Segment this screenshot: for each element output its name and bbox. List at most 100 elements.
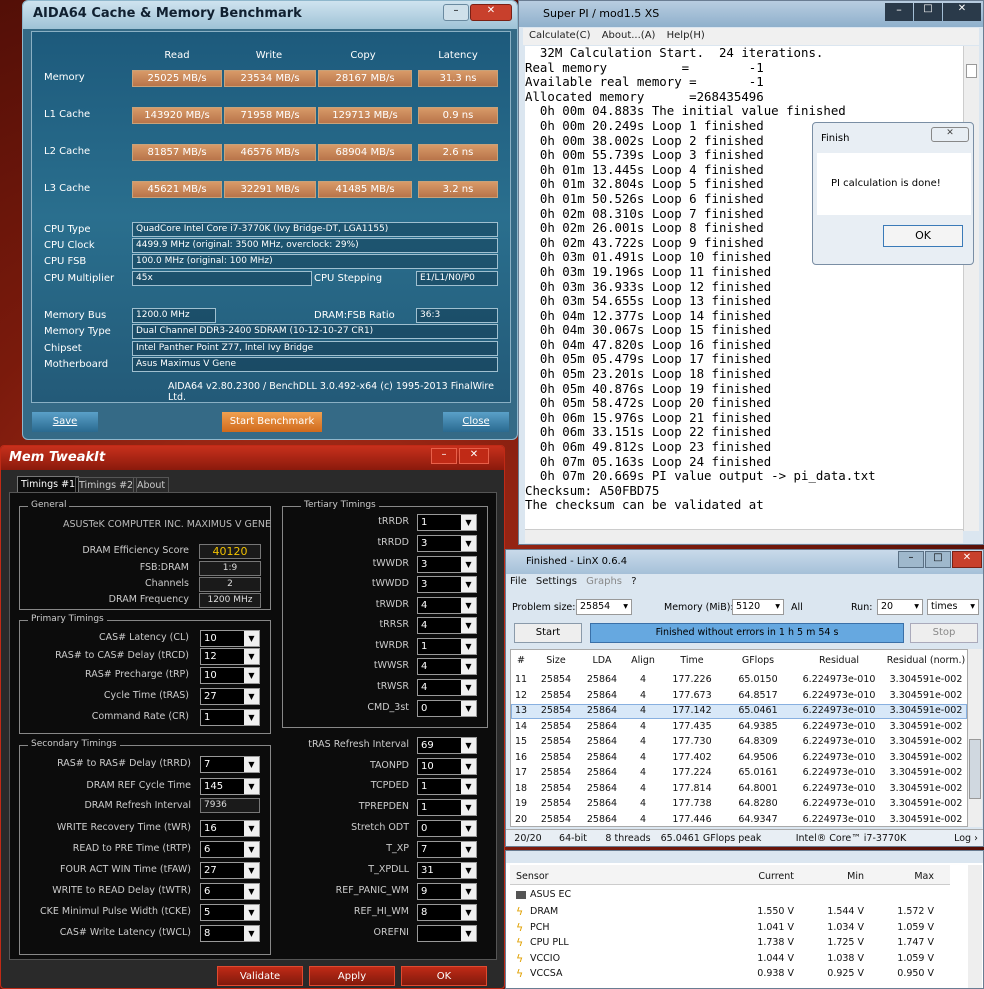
- primary-timing-select[interactable]: 27 ▼: [200, 688, 260, 705]
- select-value: 8: [421, 907, 428, 918]
- chevron-down-icon: ▼: [461, 779, 476, 794]
- misc-timing-select[interactable]: ▼: [417, 925, 477, 942]
- chevron-down-icon: ▼: [461, 884, 476, 899]
- tertiary-timing-select[interactable]: 1 ▼: [417, 514, 477, 531]
- times-select[interactable]: times ▾: [927, 599, 979, 615]
- secondary-timing-label: WRITE to READ Delay (tWTR): [52, 885, 191, 896]
- output-line: 0h 04m 30.067s Loop 15 finished: [525, 322, 772, 338]
- close-button[interactable]: ✕: [459, 448, 489, 464]
- menu-settings[interactable]: Settings: [536, 576, 577, 587]
- tertiary-timing-select[interactable]: 4 ▼: [417, 679, 477, 696]
- tertiary-timing-select[interactable]: 4 ▼: [417, 617, 477, 634]
- stop-button[interactable]: Stop: [910, 623, 978, 643]
- tertiary-timing-select[interactable]: 3 ▼: [417, 556, 477, 573]
- tertiary-timing-select[interactable]: 3 ▼: [417, 535, 477, 552]
- chevron-down-icon: ▼: [244, 649, 259, 664]
- validate-button[interactable]: Validate: [217, 966, 303, 986]
- table-cell: 64.8001: [738, 782, 778, 794]
- maximize-button[interactable]: □: [925, 551, 951, 568]
- run-select[interactable]: 20 ▾: [877, 599, 923, 615]
- misc-timing-select[interactable]: 8 ▼: [417, 904, 477, 921]
- vertical-scrollbar[interactable]: [963, 46, 979, 531]
- select-value: 7: [421, 844, 428, 855]
- close-button[interactable]: Close: [443, 412, 509, 432]
- misc-timing-select[interactable]: 31 ▼: [417, 862, 477, 879]
- vertical-scrollbar[interactable]: [968, 865, 982, 988]
- misc-timing-select[interactable]: 9 ▼: [417, 883, 477, 900]
- select-value: 16: [204, 823, 217, 834]
- cpu-clock-label: CPU Clock: [44, 240, 95, 251]
- close-button[interactable]: ✕: [931, 127, 969, 142]
- minimize-button[interactable]: –: [431, 448, 457, 464]
- voltage-icon: ϟ: [516, 951, 524, 965]
- secondary-timing-select[interactable]: 7 ▼: [200, 756, 260, 773]
- output-line: 0h 03m 54.655s Loop 13 finished: [525, 293, 772, 309]
- minimize-button[interactable]: –: [443, 4, 469, 21]
- menu-help[interactable]: ?: [631, 576, 636, 587]
- close-button[interactable]: ✕: [943, 3, 981, 21]
- menu-file[interactable]: File: [510, 576, 527, 587]
- tab-timings-1[interactable]: Timings #1: [17, 476, 80, 492]
- sensor-value: 1.572 V: [897, 906, 934, 917]
- misc-timing-select[interactable]: 1 ▼: [417, 778, 477, 795]
- minimize-button[interactable]: –: [898, 551, 924, 568]
- misc-timing-select[interactable]: 69 ▼: [417, 737, 477, 754]
- tertiary-timing-select[interactable]: 4 ▼: [417, 597, 477, 614]
- tertiary-timing-select[interactable]: 4 ▼: [417, 658, 477, 675]
- ok-button[interactable]: OK: [401, 966, 487, 986]
- menu-help[interactable]: Help(H): [667, 30, 705, 41]
- minimize-button[interactable]: –: [885, 3, 913, 21]
- misc-timing-select[interactable]: 7 ▼: [417, 841, 477, 858]
- primary-timing-select[interactable]: 10 ▼: [200, 667, 260, 684]
- table-cell: 65.0161: [738, 767, 778, 778]
- misc-timing-select[interactable]: 1 ▼: [417, 799, 477, 816]
- table-cell: 3.304591e-002: [889, 813, 963, 825]
- secondary-timing-select[interactable]: 5 ▼: [200, 904, 260, 921]
- save-button[interactable]: Save: [32, 412, 98, 432]
- general-label: Channels: [145, 578, 189, 589]
- table-cell: 177.814: [672, 782, 712, 794]
- primary-timing-select[interactable]: 12 ▼: [200, 648, 260, 665]
- secondary-timing-select[interactable]: 27 ▼: [200, 862, 260, 879]
- chevron-down-icon: ▼: [244, 631, 259, 646]
- chevron-down-icon: ▼: [244, 689, 259, 704]
- tertiary-timing-select[interactable]: 3 ▼: [417, 576, 477, 593]
- table-cell: 25864: [586, 674, 618, 685]
- secondary-timing-select[interactable]: 6 ▼: [200, 841, 260, 858]
- maximize-button[interactable]: □: [914, 3, 942, 21]
- ok-button[interactable]: OK: [883, 225, 963, 247]
- chevron-down-icon: ▼: [461, 680, 476, 695]
- close-button[interactable]: ✕: [952, 551, 982, 568]
- secondary-timing-select[interactable]: 8 ▼: [200, 925, 260, 942]
- menu-calculate[interactable]: Calculate(C): [529, 30, 591, 41]
- table-cell: 6.224973e-010: [802, 705, 876, 716]
- tertiary-timing-select[interactable]: 0 ▼: [417, 700, 477, 717]
- close-button[interactable]: ✕: [470, 4, 512, 21]
- start-benchmark-button[interactable]: Start Benchmark: [222, 412, 322, 432]
- misc-timing-select[interactable]: 10 ▼: [417, 758, 477, 775]
- chevron-down-icon: ▼: [244, 821, 259, 836]
- general-value: 1:9: [199, 561, 261, 576]
- primary-timing-select[interactable]: 10 ▼: [200, 630, 260, 647]
- vertical-scrollbar[interactable]: [968, 649, 982, 827]
- horizontal-scrollbar[interactable]: [525, 529, 963, 543]
- secondary-timing-select[interactable]: 16 ▼: [200, 820, 260, 837]
- sensor-value: 1.725 V: [827, 937, 864, 948]
- secondary-timing-select[interactable]: 6 ▼: [200, 883, 260, 900]
- chevron-down-icon: ▼: [461, 577, 476, 592]
- menu-about[interactable]: About...(A): [602, 30, 656, 41]
- memory-select[interactable]: 5120 ▾: [732, 599, 784, 615]
- menu-graphs[interactable]: Graphs: [586, 576, 622, 587]
- footer-cell[interactable]: Log ›: [950, 833, 982, 844]
- table-cell: 4: [639, 689, 647, 701]
- output-line: 0h 04m 12.377s Loop 14 finished: [525, 307, 772, 323]
- tertiary-timing-select[interactable]: 1 ▼: [417, 638, 477, 655]
- column-header: Min: [847, 871, 864, 882]
- primary-timing-select[interactable]: 1 ▼: [200, 709, 260, 726]
- problem-size-select[interactable]: 25854 ▾: [576, 599, 632, 615]
- all-option[interactable]: All: [791, 602, 803, 613]
- misc-timing-select[interactable]: 0 ▼: [417, 820, 477, 837]
- apply-button[interactable]: Apply: [309, 966, 395, 986]
- start-button[interactable]: Start: [514, 623, 582, 643]
- secondary-timing-select[interactable]: 145 ▼: [200, 778, 260, 795]
